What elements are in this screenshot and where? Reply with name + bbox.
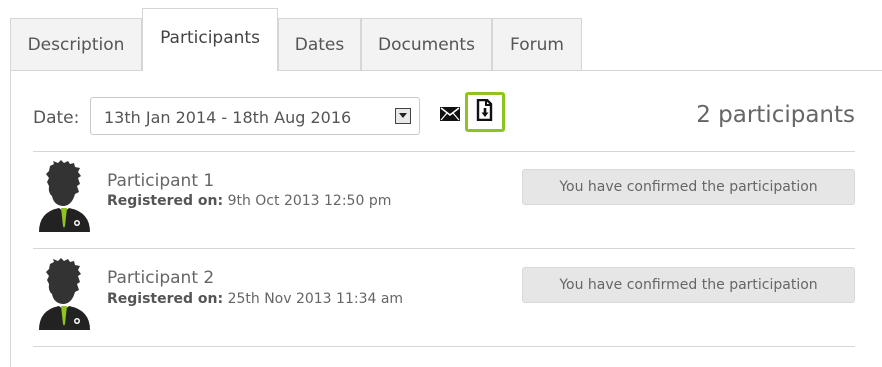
registered-value: 9th Oct 2013 12:50 pm — [227, 193, 392, 209]
tab-forum[interactable]: Forum — [492, 18, 582, 70]
registered-label: Registered on: — [107, 291, 224, 307]
participant-name: Participant 1 — [107, 171, 215, 191]
participant-count: 2 participants — [696, 102, 855, 128]
divider — [33, 151, 855, 152]
tab-description[interactable]: Description — [10, 18, 142, 70]
tab-documents[interactable]: Documents — [361, 18, 492, 70]
tab-dates[interactable]: Dates — [278, 18, 361, 70]
tab-bar: Description Participants Dates Documents… — [10, 0, 882, 71]
tab-label: Documents — [378, 34, 475, 55]
confirmation-status-button[interactable]: You have confirmed the participation — [522, 169, 855, 205]
avatar — [37, 160, 93, 232]
divider — [33, 346, 855, 347]
date-range-value: 13th Jan 2014 - 18th Aug 2016 — [104, 108, 352, 127]
tab-participants[interactable]: Participants — [142, 8, 278, 71]
registered-label: Registered on: — [107, 193, 224, 209]
tab-label: Participants — [160, 28, 260, 48]
date-label: Date: — [33, 108, 80, 128]
export-button[interactable] — [465, 92, 505, 132]
tab-label: Description — [27, 34, 125, 55]
registration-info: Registered on: 25th Nov 2013 11:34 am — [107, 291, 403, 307]
divider — [33, 248, 855, 249]
participant-name: Participant 2 — [107, 268, 215, 288]
registered-value: 25th Nov 2013 11:34 am — [227, 291, 404, 307]
chevron-down-icon[interactable] — [395, 108, 411, 124]
tab-label: Forum — [510, 34, 564, 55]
confirmation-status-button[interactable]: You have confirmed the participation — [522, 267, 855, 303]
registration-info: Registered on: 9th Oct 2013 12:50 pm — [107, 193, 391, 209]
tab-label: Dates — [294, 34, 345, 55]
avatar — [37, 258, 93, 330]
file-download-icon — [476, 98, 494, 125]
envelope-icon[interactable] — [440, 106, 460, 121]
date-range-select[interactable]: 13th Jan 2014 - 18th Aug 2016 — [90, 97, 420, 135]
